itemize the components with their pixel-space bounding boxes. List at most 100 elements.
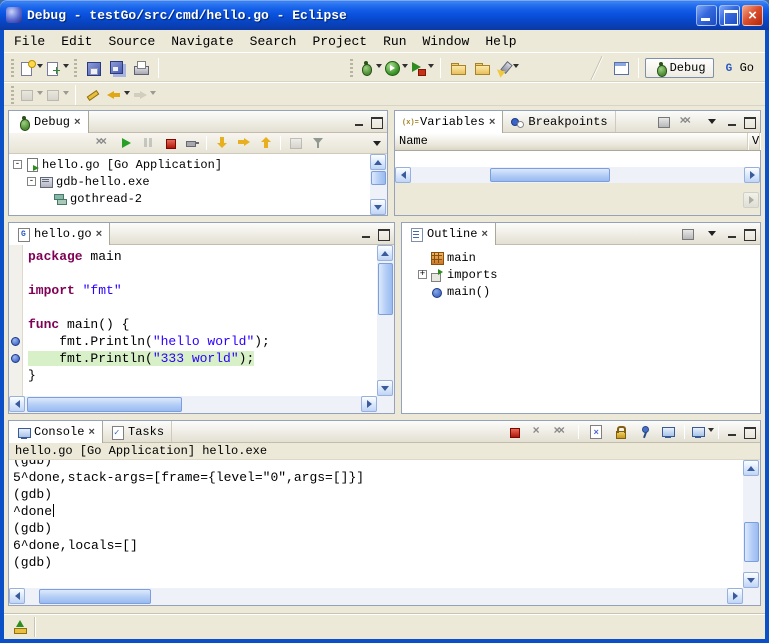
outline-row[interactable]: main() [414, 283, 760, 300]
editor-tab[interactable]: hello.go [9, 223, 110, 245]
remove-all-terminated-button[interactable] [551, 422, 572, 441]
scrollbar-thumb[interactable] [371, 171, 386, 185]
new-package-button[interactable] [45, 56, 69, 80]
remove-all-terminated-button[interactable] [93, 134, 114, 153]
scroll-right-button[interactable] [743, 192, 759, 208]
external-tools-button[interactable] [410, 56, 434, 80]
editor-vertical-scrollbar[interactable] [377, 245, 394, 396]
open-resource-button[interactable] [471, 56, 493, 80]
scroll-left-button[interactable] [395, 167, 411, 183]
remove-launch-button[interactable] [527, 422, 548, 441]
debug-vertical-scrollbar[interactable] [370, 154, 387, 215]
menu-help[interactable]: Help [477, 33, 524, 50]
maximize-view-button[interactable] [369, 115, 383, 128]
view-menu-button[interactable] [701, 112, 722, 131]
editor-marker-ruler[interactable] [9, 245, 23, 396]
outline-row[interactable]: +imports [414, 266, 760, 283]
terminate-button[interactable] [503, 422, 524, 441]
debug-tree-row[interactable]: -hello.go [Go Application] [9, 156, 370, 173]
scroll-up-button[interactable] [377, 245, 393, 261]
close-tab-icon[interactable] [489, 115, 496, 129]
resume-button[interactable] [115, 134, 136, 153]
search-button[interactable] [495, 56, 519, 80]
disconnect-button[interactable] [181, 134, 202, 153]
minimize-window-button[interactable] [696, 5, 717, 26]
pin-console-button[interactable] [633, 422, 654, 441]
debug-tree-row[interactable]: gothread-2 [9, 190, 370, 207]
last-edit-location-button[interactable] [82, 83, 104, 107]
console-tab[interactable]: Console [9, 421, 103, 443]
close-tab-icon[interactable] [96, 227, 103, 241]
menu-source[interactable]: Source [100, 33, 163, 50]
fast-view-bar[interactable] [8, 617, 35, 637]
breakpoints-tab[interactable]: Breakpoints [503, 111, 615, 132]
menu-search[interactable]: Search [242, 33, 305, 50]
show-type-names-button[interactable] [653, 112, 674, 131]
minimize-view-button[interactable] [359, 227, 373, 240]
use-step-filters-button[interactable] [307, 134, 328, 153]
scroll-down-button[interactable] [743, 572, 759, 588]
debug-tree-row[interactable]: -gdb-hello.exe [9, 173, 370, 190]
scroll-left-button[interactable] [9, 588, 25, 604]
debug-view-tab[interactable]: Debug [9, 111, 89, 133]
toolbar-drag-handle[interactable] [11, 59, 14, 77]
suspend-button[interactable] [137, 134, 158, 153]
debug-launch-button[interactable] [358, 56, 382, 80]
menu-project[interactable]: Project [304, 33, 375, 50]
toolbar-drag-handle[interactable] [11, 86, 14, 104]
menu-navigate[interactable]: Navigate [163, 33, 241, 50]
minimize-view-button[interactable] [725, 227, 739, 240]
name-column-header[interactable]: Name [395, 133, 748, 150]
run-launch-button[interactable] [384, 56, 408, 80]
scrollbar-thumb[interactable] [39, 589, 151, 604]
code-editor[interactable]: package mainimport "fmt"func main() { fm… [24, 245, 377, 396]
drop-to-frame-button[interactable] [285, 134, 306, 153]
scroll-down-button[interactable] [370, 199, 386, 215]
maximize-view-button[interactable] [742, 227, 756, 240]
tasks-tab[interactable]: Tasks [103, 421, 172, 442]
editor-horizontal-scrollbar[interactable] [9, 396, 377, 413]
dropdown-arrow-icon[interactable] [37, 91, 43, 98]
scroll-right-button[interactable] [727, 588, 743, 604]
dropdown-arrow-icon[interactable] [37, 64, 43, 71]
maximize-view-button[interactable] [742, 425, 756, 438]
dropdown-arrow-icon[interactable] [63, 64, 69, 71]
maximize-view-button[interactable] [742, 115, 756, 128]
view-menu-button[interactable] [366, 134, 387, 153]
scroll-up-button[interactable] [743, 460, 759, 476]
menu-window[interactable]: Window [415, 33, 478, 50]
dropdown-arrow-icon[interactable] [708, 428, 714, 435]
dropdown-arrow-icon[interactable] [150, 91, 156, 98]
view-menu-button[interactable] [701, 224, 722, 243]
step-return-button[interactable] [255, 134, 276, 153]
titlebar[interactable]: Debug - testGo/src/cmd/hello.go - Eclips… [0, 0, 769, 30]
dropdown-arrow-icon[interactable] [513, 64, 519, 71]
perspective-go-button[interactable]: Go [716, 59, 761, 77]
scroll-up-button[interactable] [370, 154, 386, 170]
back-button[interactable] [106, 83, 130, 107]
scroll-left-button[interactable] [9, 396, 25, 412]
variables-tree[interactable] [395, 151, 760, 167]
console-output[interactable]: (gdb)5^done,stack-args=[frame={level="0"… [9, 460, 743, 588]
maximize-window-button[interactable] [719, 5, 740, 26]
scrollbar-thumb[interactable] [378, 263, 393, 315]
minimize-view-button[interactable] [352, 115, 366, 128]
toolbar-drag-handle[interactable] [350, 59, 353, 77]
debug-launch-tree[interactable]: -hello.go [Go Application]-gdb-hello.exe… [9, 154, 370, 215]
sort-button[interactable] [677, 224, 698, 243]
variables-horizontal-scrollbar[interactable] [395, 167, 760, 183]
tree-expander-icon[interactable]: + [418, 270, 427, 279]
scroll-lock-button[interactable] [609, 422, 630, 441]
step-over-button[interactable] [233, 134, 254, 153]
breakpoint-marker[interactable] [11, 337, 20, 346]
scroll-down-button[interactable] [377, 380, 393, 396]
close-tab-icon[interactable] [481, 227, 488, 241]
close-tab-icon[interactable] [74, 115, 81, 129]
toolbar-drag-handle[interactable] [74, 59, 77, 77]
minimize-view-button[interactable] [725, 425, 739, 438]
save-button[interactable] [82, 56, 104, 80]
menu-file[interactable]: File [6, 33, 53, 50]
outline-tab[interactable]: Outline [402, 223, 496, 245]
tree-expander-icon[interactable]: - [13, 160, 22, 169]
print-button[interactable] [130, 56, 152, 80]
